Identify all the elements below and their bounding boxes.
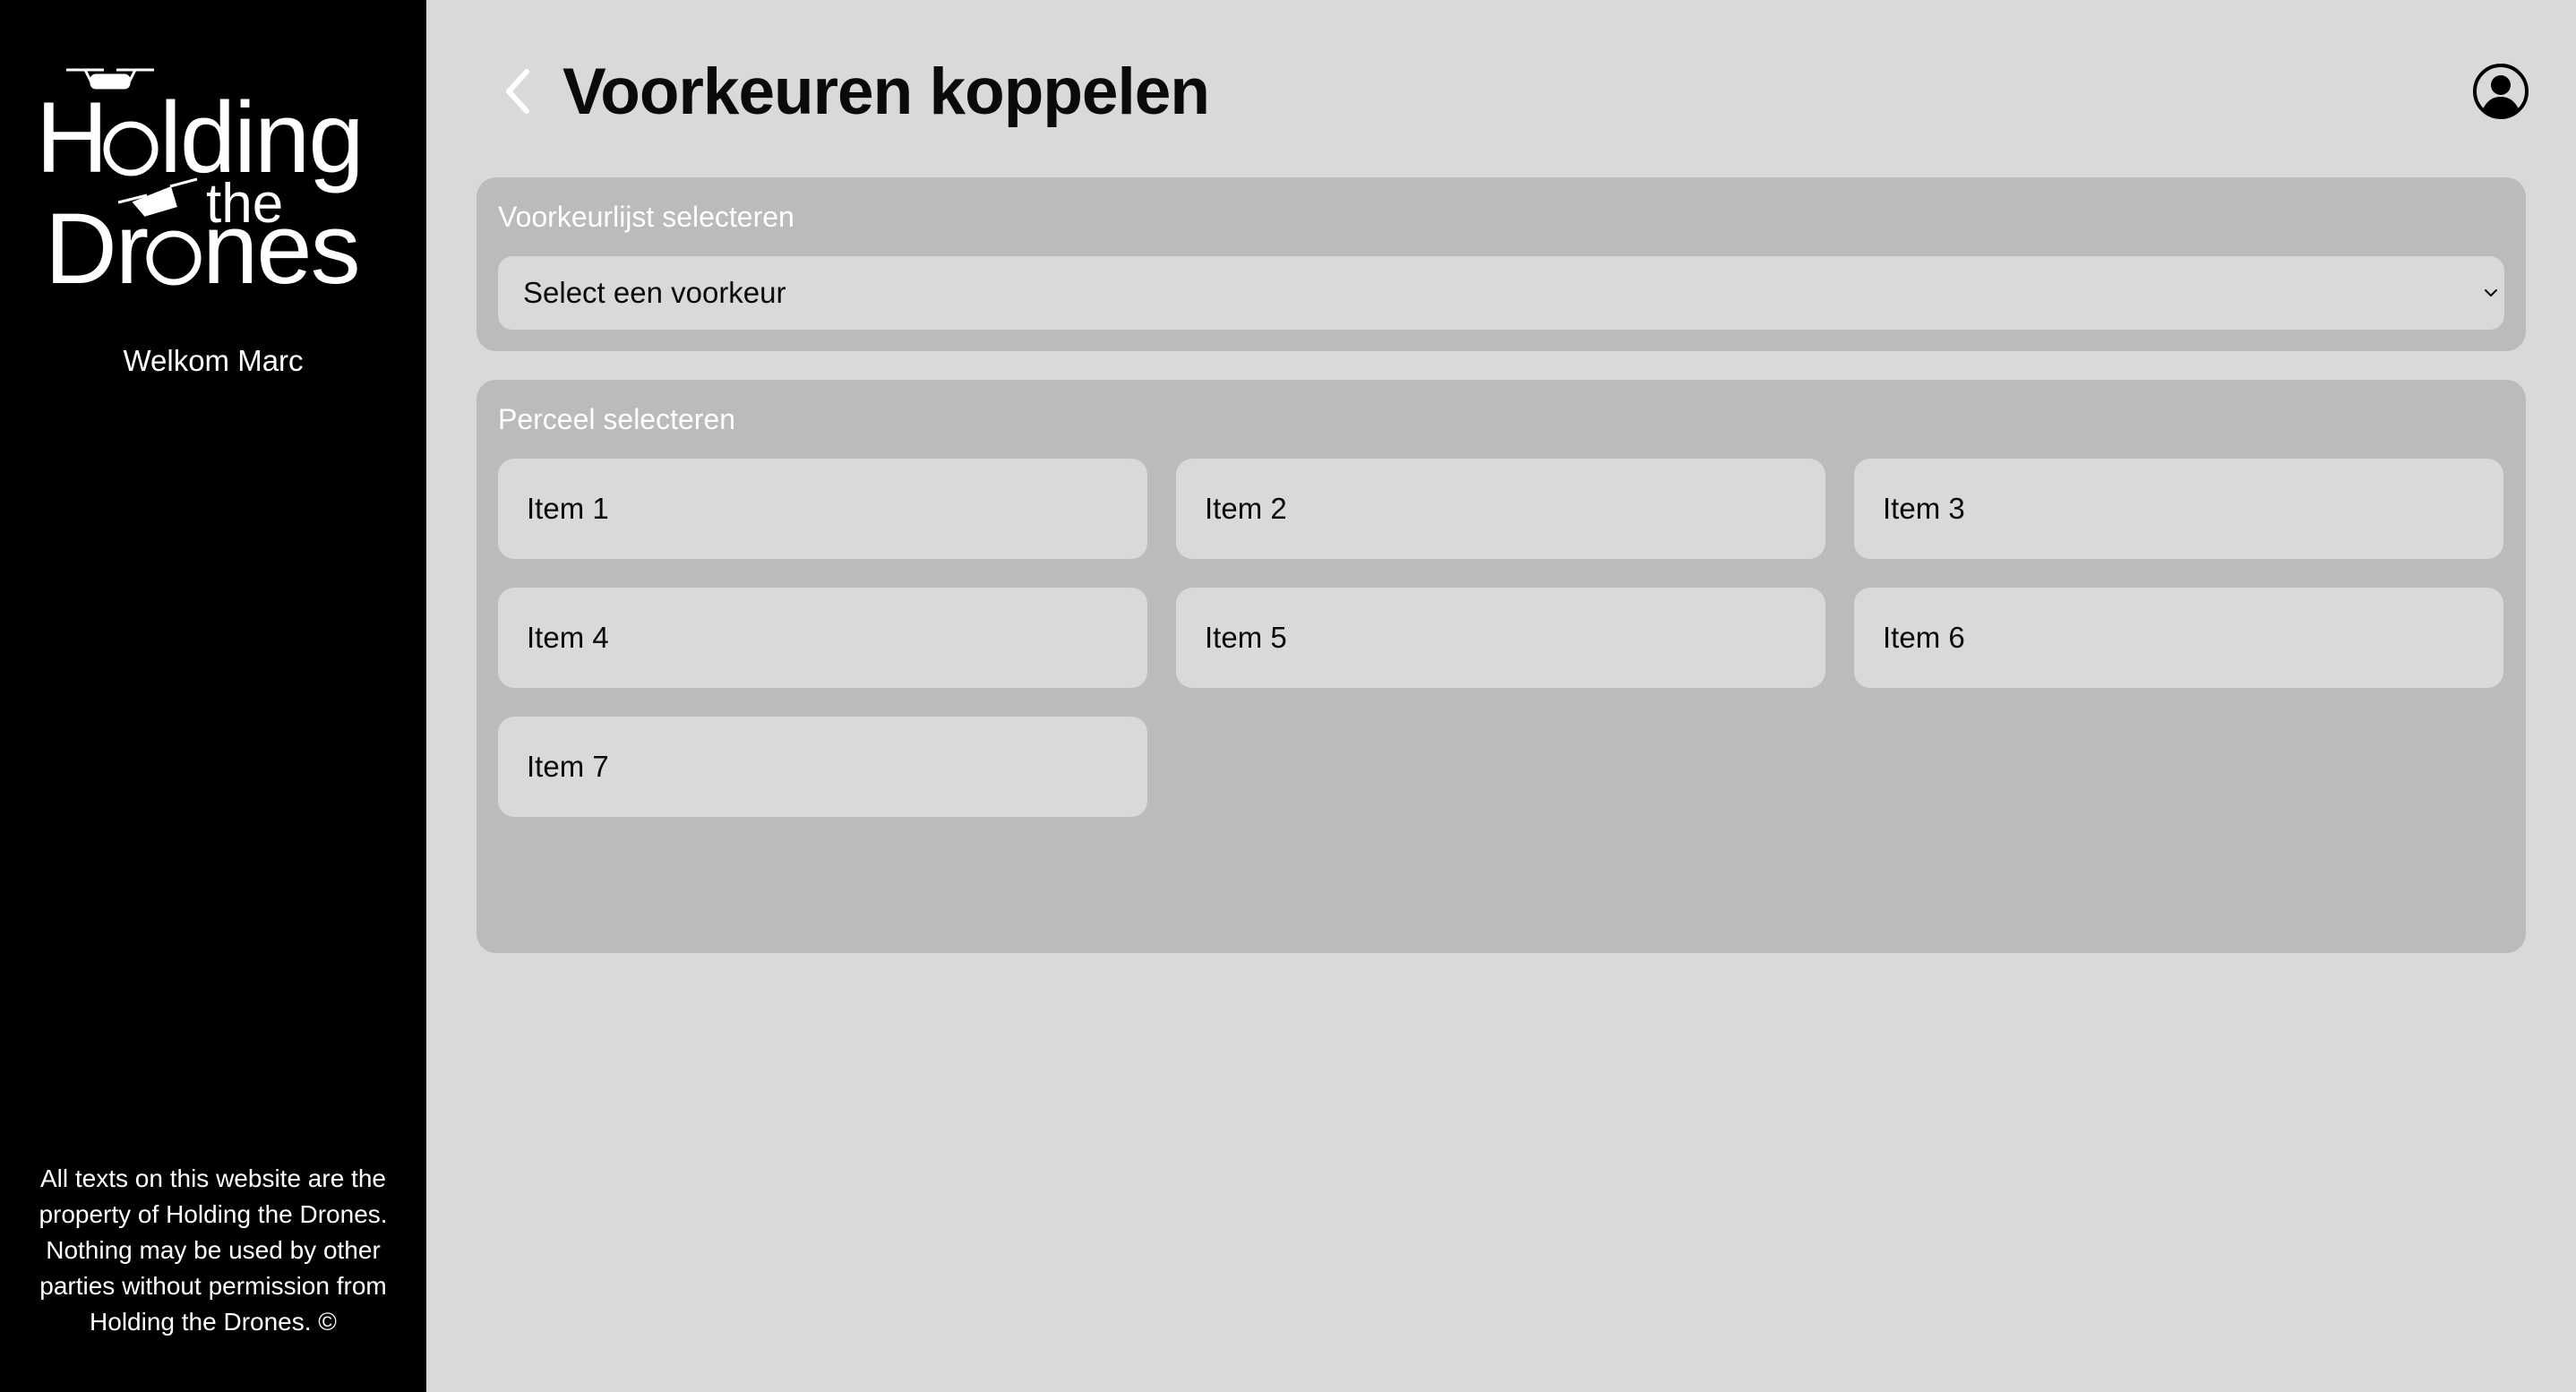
svg-text:nes: nes — [202, 193, 359, 297]
chevron-left-icon — [506, 69, 529, 114]
plot-item-label: Item 1 — [527, 492, 609, 525]
plot-panel: Perceel selecteren Item 1 Item 2 Item 3 … — [477, 380, 2526, 953]
plot-item[interactable]: Item 6 — [1854, 588, 2503, 688]
preference-select[interactable]: Select een voorkeur — [498, 256, 2504, 330]
preference-panel: Voorkeurlijst selecteren Select een voor… — [477, 177, 2526, 351]
plot-item[interactable]: Item 1 — [498, 459, 1147, 559]
plot-item[interactable]: Item 4 — [498, 588, 1147, 688]
plot-item-label: Item 5 — [1205, 621, 1287, 654]
copyright-notice: All texts on this website are the proper… — [39, 1164, 388, 1336]
app: H lding the Dr nes Welkom Marc All texts… — [0, 0, 2576, 1392]
back-button[interactable] — [498, 64, 539, 118]
welcome-text: Welkom Marc — [123, 344, 304, 377]
plot-item[interactable]: Item 2 — [1176, 459, 1825, 559]
preference-label: Voorkeurlijst selecteren — [498, 201, 794, 233]
plot-item-label: Item 7 — [527, 750, 609, 783]
plot-label: Perceel selecteren — [498, 403, 736, 435]
plot-grid: Item 1 Item 2 Item 3 Item 4 Item 5 Item … — [498, 459, 2504, 817]
plot-item[interactable]: Item 3 — [1854, 459, 2503, 559]
plot-item-label: Item 4 — [527, 621, 609, 654]
plot-item-label: Item 6 — [1883, 621, 1965, 654]
svg-text:H: H — [36, 82, 107, 193]
plot-item[interactable]: Item 5 — [1176, 588, 1825, 688]
plot-item[interactable]: Item 7 — [498, 717, 1147, 817]
svg-text:Dr: Dr — [45, 193, 148, 297]
plot-item-label: Item 2 — [1205, 492, 1287, 525]
main-content: Voorkeuren koppelen Voorkeurlijst select… — [426, 0, 2576, 1392]
user-circle-icon — [2473, 64, 2529, 119]
plot-item-label: Item 3 — [1883, 492, 1965, 525]
account-button[interactable] — [2472, 63, 2529, 120]
preference-select-value: Select een voorkeur — [523, 276, 786, 309]
chevron-down-icon — [2485, 289, 2497, 296]
holding-the-drones-logo: H lding the Dr nes — [36, 68, 365, 297]
page-title: Voorkeuren koppelen — [562, 56, 1210, 128]
sidebar: H lding the Dr nes Welkom Marc All texts… — [0, 0, 426, 1392]
